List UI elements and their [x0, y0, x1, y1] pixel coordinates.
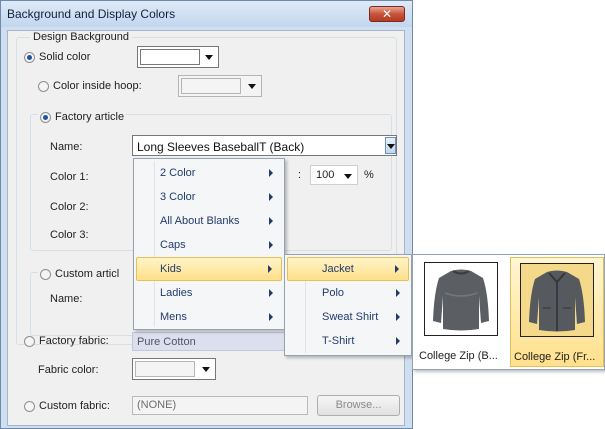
dialog-title: Background and Display Colors — [7, 7, 176, 21]
solid-color-label: Solid color — [39, 51, 91, 63]
custom-article-label: Custom articl — [55, 268, 120, 280]
percent-value: 100 — [316, 169, 335, 181]
solid-color-radio[interactable] — [24, 52, 35, 63]
design-background-label: Design Background — [30, 31, 133, 43]
custom-fabric-field[interactable]: (NONE) — [132, 396, 308, 415]
menu-item-3-color[interactable]: 3 Color — [136, 185, 282, 209]
submenu-item-t-shirt[interactable]: T-Shirt — [287, 329, 409, 353]
chevron-right-icon — [269, 193, 273, 201]
factory-fabric-radio[interactable] — [24, 336, 35, 347]
factory-fabric-field[interactable]: Pure Cotton — [132, 332, 288, 351]
custom-fabric-radio[interactable] — [24, 401, 35, 412]
chevron-right-icon — [396, 289, 400, 297]
factory-fabric-label: Factory fabric: — [39, 335, 109, 347]
hoop-color-swatch — [181, 78, 241, 94]
menu-item-all-about-blanks[interactable]: All About Blanks — [136, 209, 282, 233]
color1-colon: : — [298, 169, 302, 181]
percent-combo[interactable]: 100 — [310, 165, 358, 185]
menu-item-2-color[interactable]: 2 Color — [136, 161, 282, 185]
color-inside-hoop-picker[interactable] — [178, 75, 262, 97]
custom-fabric-label: Custom fabric: — [39, 400, 110, 412]
thumbnail-image-frame — [520, 263, 594, 337]
thumbnail-label: College Zip (B... — [419, 350, 498, 362]
article-thumbnail-gallery: College Zip (B... College Zip (Fr... — [412, 254, 605, 370]
fabric-color-label: Fabric color: — [38, 364, 99, 376]
kids-submenu: Jacket Polo Sweat Shirt T-Shirt — [284, 254, 412, 356]
factory-article-label: Factory article — [55, 111, 125, 123]
chevron-right-icon — [268, 265, 272, 273]
thumbnail-college-zip-front[interactable]: College Zip (Fr... — [510, 257, 604, 367]
submenu-item-polo[interactable]: Polo — [287, 281, 409, 305]
chevron-right-icon — [396, 337, 400, 345]
submenu-item-jacket[interactable]: Jacket — [287, 257, 409, 281]
color2-label: Color 2: — [50, 201, 89, 213]
article-name-combo[interactable]: Long Sleeves BaseballT (Back) — [132, 135, 397, 156]
chevron-down-icon — [344, 174, 352, 179]
thumbnail-label: College Zip (Fr... — [514, 351, 596, 363]
chevron-right-icon — [269, 313, 273, 321]
menu-item-ladies[interactable]: Ladies — [136, 281, 282, 305]
chevron-down-icon — [387, 144, 395, 149]
color-inside-hoop-radio[interactable] — [38, 81, 49, 92]
jacket-back-image — [433, 269, 489, 331]
title-bar[interactable]: Background and Display Colors ✕ — [1, 1, 412, 27]
factory-article-radio[interactable] — [40, 112, 51, 123]
custom-fabric-value: (NONE) — [137, 399, 177, 411]
chevron-down-icon — [248, 84, 256, 89]
chevron-right-icon — [396, 313, 400, 321]
article-dropdown-button[interactable] — [385, 137, 396, 154]
custom-article-name-label: Name: — [50, 293, 83, 305]
article-name-label: Name: — [50, 141, 83, 153]
submenu-item-sweat-shirt[interactable]: Sweat Shirt — [287, 305, 409, 329]
chevron-right-icon — [269, 289, 273, 297]
menu-item-kids[interactable]: Kids — [136, 257, 282, 281]
factory-fabric-value: Pure Cotton — [137, 336, 196, 348]
custom-article-radio[interactable] — [40, 269, 51, 280]
color1-label: Color 1: — [50, 171, 89, 183]
jacket-front-image — [529, 270, 585, 332]
color3-label: Color 3: — [50, 229, 89, 241]
browse-button[interactable]: Browse... — [317, 395, 400, 416]
article-category-menu: 2 Color 3 Color All About Blanks Caps Ki… — [133, 158, 285, 330]
solid-color-swatch — [140, 49, 200, 65]
percent-sign: % — [364, 169, 374, 181]
chevron-right-icon — [395, 265, 399, 273]
browse-button-label: Browse... — [335, 399, 382, 411]
fabric-color-swatch — [135, 361, 195, 377]
article-name-value: Long Sleeves BaseballT (Back) — [137, 140, 305, 154]
close-button[interactable]: ✕ — [369, 6, 405, 22]
chevron-down-icon — [202, 367, 210, 372]
menu-item-mens[interactable]: Mens — [136, 305, 282, 329]
chevron-right-icon — [269, 241, 273, 249]
solid-color-picker[interactable] — [137, 46, 219, 68]
thumbnail-image-frame — [424, 262, 498, 336]
chevron-right-icon — [269, 217, 273, 225]
close-icon: ✕ — [381, 7, 393, 21]
color-inside-hoop-label: Color inside hoop: — [53, 80, 142, 92]
chevron-right-icon — [269, 169, 273, 177]
fabric-color-picker[interactable] — [132, 358, 216, 380]
menu-item-caps[interactable]: Caps — [136, 233, 282, 257]
thumbnail-college-zip-back[interactable]: College Zip (B... — [415, 257, 510, 367]
chevron-down-icon — [205, 55, 213, 60]
